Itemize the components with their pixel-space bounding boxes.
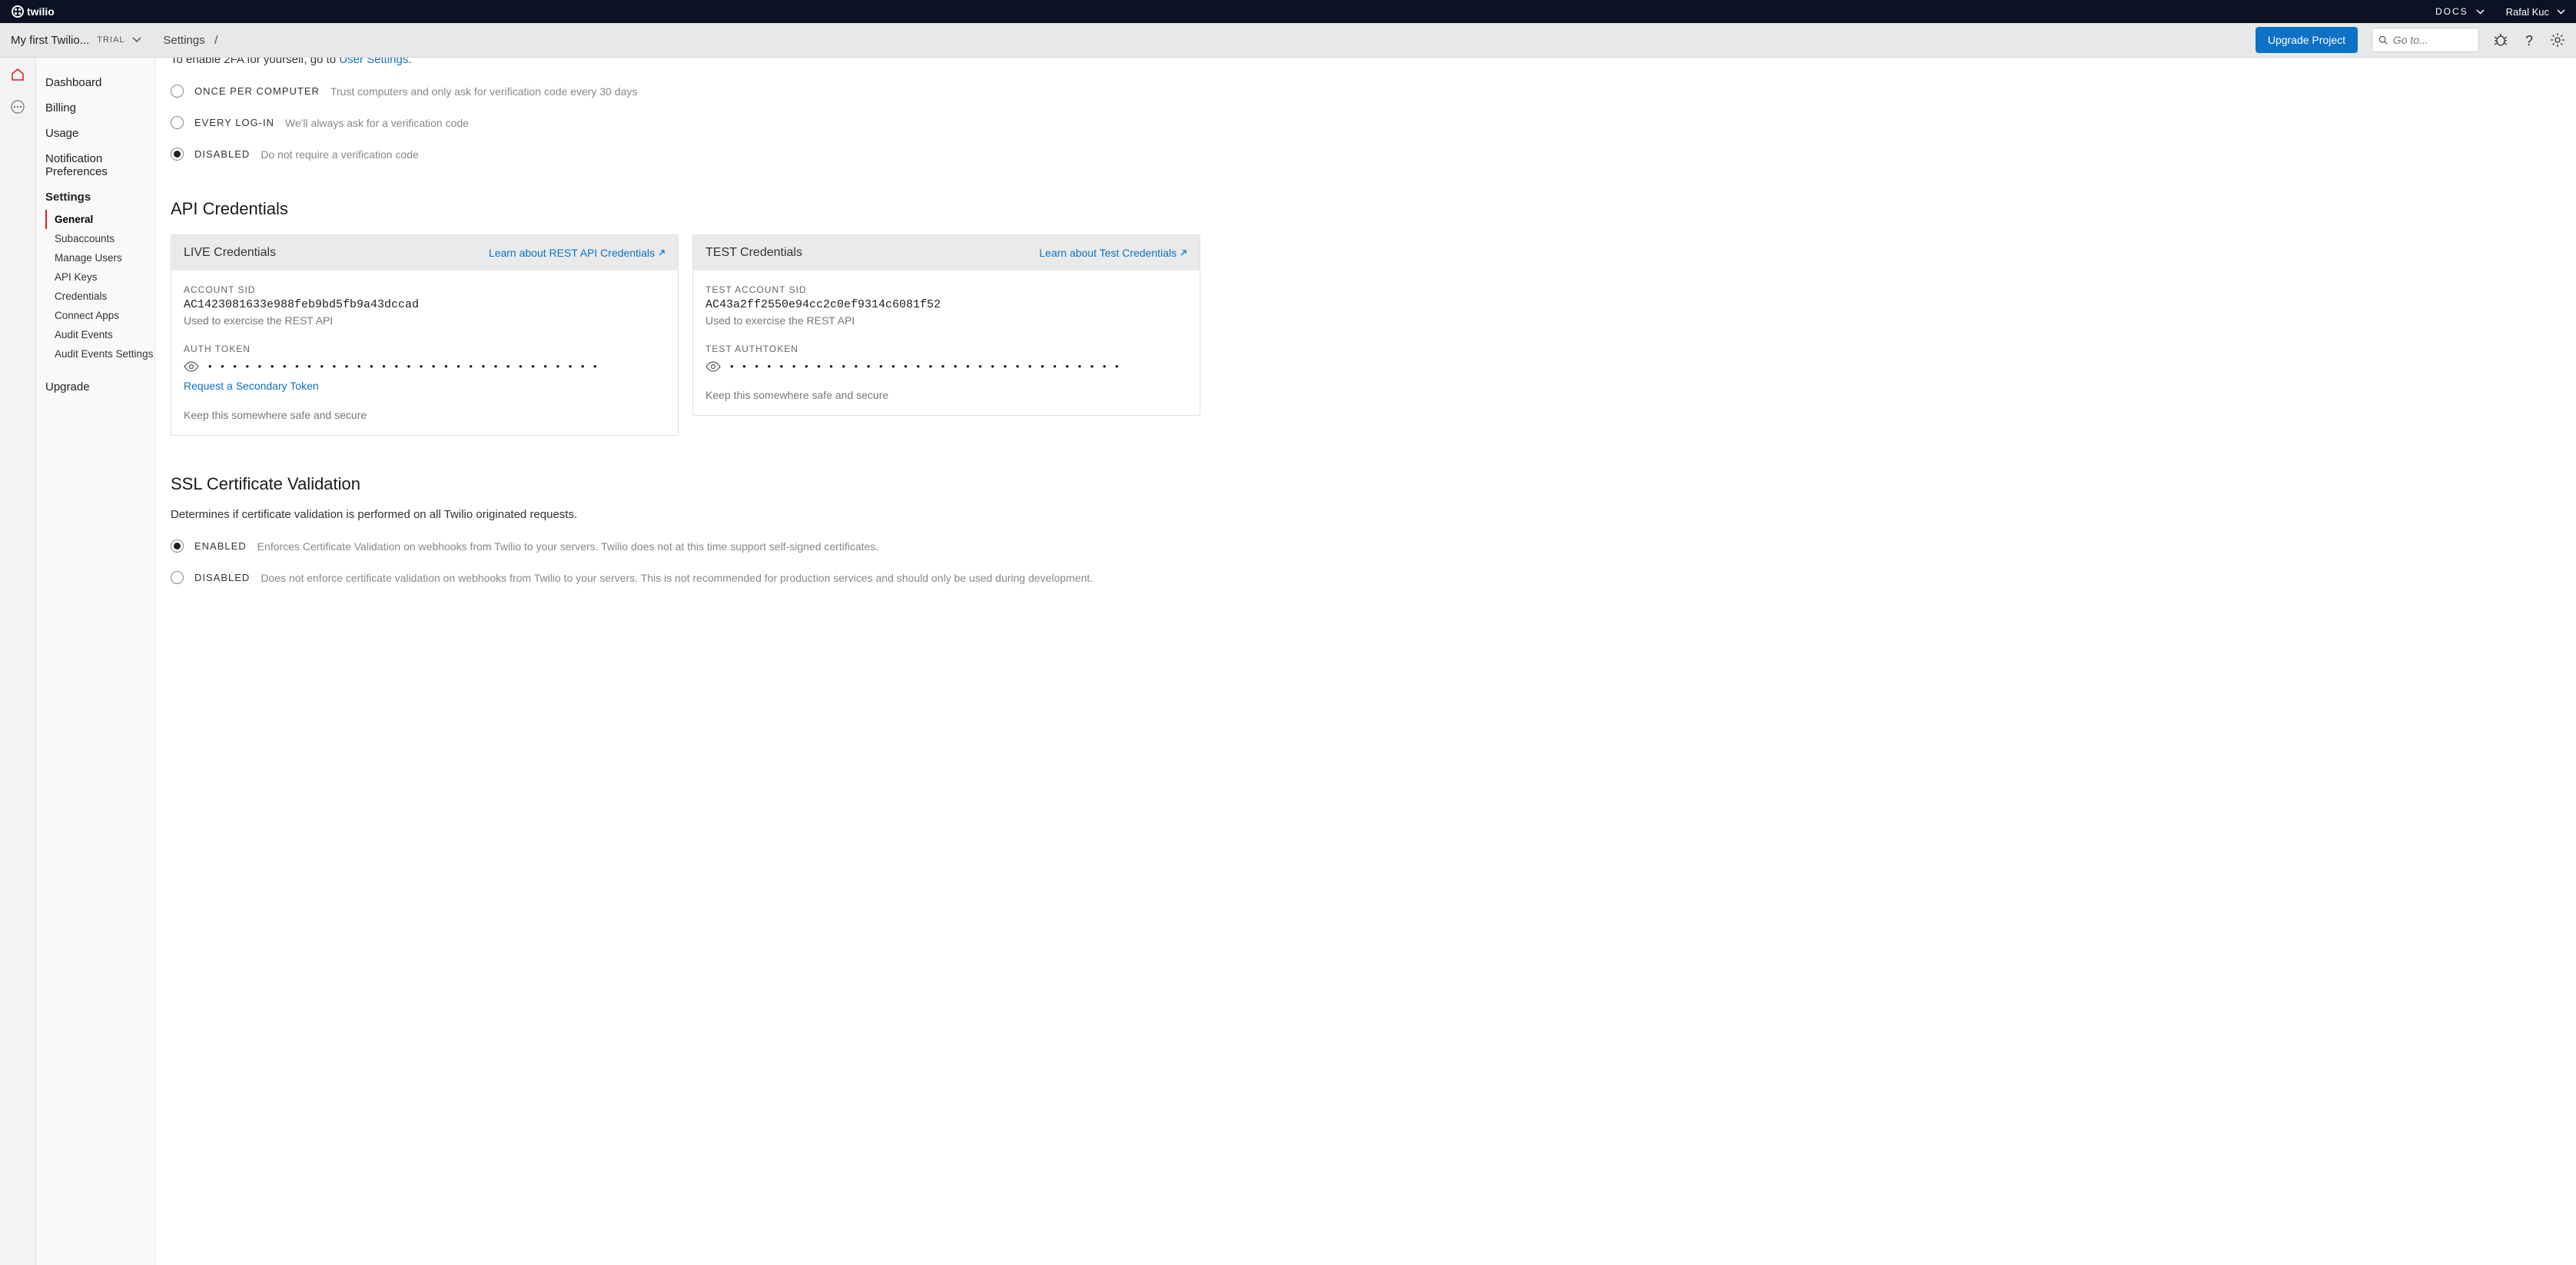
test-sid-value[interactable]: AC43a2ff2550e94cc2c0ef9314c6081f52 [705, 298, 1187, 311]
radio-icon[interactable] [171, 116, 184, 129]
sidebar-item-dashboard[interactable]: Dashboard [45, 70, 154, 95]
debug-icon[interactable] [2493, 32, 2508, 48]
svg-text:twilio: twilio [27, 5, 55, 18]
breadcrumb-root[interactable]: Settings [163, 34, 204, 47]
external-link-icon [1180, 249, 1187, 257]
live-safe-note: Keep this somewhere safe and secure [184, 409, 666, 421]
subnav-audit-events[interactable]: Audit Events [45, 325, 154, 344]
live-sid-label: ACCOUNT SID [184, 284, 666, 295]
test-token-label: TEST AUTHTOKEN [705, 344, 1187, 354]
secondary-token-link[interactable]: Request a Secondary Token [184, 380, 319, 392]
chevron-down-icon[interactable] [132, 37, 141, 43]
user-name: Rafal Kuc [2506, 6, 2549, 18]
gear-icon[interactable] [2550, 32, 2565, 48]
radio-icon[interactable] [171, 571, 184, 584]
radio-label: EVERY LOG-IN [194, 117, 274, 128]
radio-desc: We'll always ask for a verification code [285, 117, 469, 129]
live-sid-help: Used to exercise the REST API [184, 314, 666, 327]
project-name: My first Twilio... [11, 34, 89, 47]
live-credentials-card: LIVE Credentials Learn about REST API Cr… [171, 234, 679, 436]
learn-rest-link[interactable]: Learn about REST API Credentials [489, 247, 666, 259]
help-icon[interactable]: ? [2522, 33, 2536, 47]
upgrade-project-button[interactable]: Upgrade Project [2256, 27, 2358, 53]
subnav-subaccounts[interactable]: Subaccounts [45, 229, 154, 248]
sidebar-item-settings[interactable]: Settings [45, 184, 154, 210]
live-token-masked: • • • • • • • • • • • • • • • • • • • • … [208, 360, 600, 372]
subnav-credentials[interactable]: Credentials [45, 287, 154, 306]
search-icon [2378, 35, 2388, 46]
twofa-option-once[interactable]: ONCE PER COMPUTER Trust computers and on… [171, 85, 1200, 98]
subnav-general[interactable]: General [45, 210, 154, 229]
subnav-manage-users[interactable]: Manage Users [45, 248, 154, 267]
test-sid-help: Used to exercise the REST API [705, 314, 1187, 327]
home-icon[interactable] [10, 67, 25, 82]
settings-subnav: General Subaccounts Manage Users API Key… [45, 210, 154, 364]
user-menu[interactable]: Rafal Kuc [2506, 6, 2565, 18]
test-safe-note: Keep this somewhere safe and secure [705, 389, 1187, 401]
more-icon[interactable] [10, 99, 25, 115]
twofa-option-every[interactable]: EVERY LOG-IN We'll always ask for a veri… [171, 116, 1200, 129]
test-token-masked: • • • • • • • • • • • • • • • • • • • • … [730, 360, 1122, 372]
radio-icon[interactable] [171, 85, 184, 98]
external-link-icon [658, 249, 666, 257]
sidebar-item-usage[interactable]: Usage [45, 121, 154, 146]
sidebar-item-billing[interactable]: Billing [45, 95, 154, 121]
eye-icon[interactable] [184, 361, 199, 372]
radio-label: DISABLED [194, 148, 250, 160]
ssl-desc: Determines if certificate validation is … [171, 508, 1200, 521]
left-rail [0, 58, 36, 1265]
radio-desc: Trust computers and only ask for verific… [330, 85, 637, 98]
radio-desc: Does not enforce certificate validation … [261, 572, 1093, 584]
eye-icon[interactable] [705, 361, 721, 372]
radio-desc: Do not require a verification code [261, 148, 418, 161]
api-credentials-title: API Credentials [171, 199, 1200, 219]
trial-badge: TRIAL [97, 35, 124, 45]
radio-desc: Enforces Certificate Validation on webho… [257, 540, 878, 553]
docs-label: DOCS [2435, 6, 2468, 17]
radio-label: ONCE PER COMPUTER [194, 85, 320, 97]
docs-link[interactable]: DOCS [2435, 6, 2485, 17]
live-sid-value[interactable]: AC1423081633e988feb9bd5fb9a43dccad [184, 298, 666, 311]
sidebar-item-notifications[interactable]: Notification Preferences [45, 146, 154, 184]
radio-label: ENABLED [194, 540, 247, 552]
main-content: To enable 2FA for yourself, go to User S… [155, 58, 2576, 1265]
subnav-api-keys[interactable]: API Keys [45, 267, 154, 287]
test-sid-label: TEST ACCOUNT SID [705, 284, 1187, 295]
radio-label: DISABLED [194, 572, 250, 583]
radio-icon[interactable] [171, 148, 184, 161]
ssl-title: SSL Certificate Validation [171, 474, 1200, 494]
user-settings-link[interactable]: User Settings [339, 58, 408, 66]
chevron-down-icon [2476, 9, 2485, 15]
search-box[interactable] [2372, 28, 2479, 52]
search-input[interactable] [2393, 34, 2472, 46]
radio-icon[interactable] [171, 540, 184, 553]
twofa-option-disabled[interactable]: DISABLED Do not require a verification c… [171, 148, 1200, 161]
sidebar-item-upgrade[interactable]: Upgrade [45, 374, 154, 400]
subnav-audit-settings[interactable]: Audit Events Settings [45, 344, 154, 364]
svg-text:?: ? [2525, 33, 2533, 47]
breadcrumb: Settings / [163, 34, 217, 47]
test-card-title: TEST Credentials [705, 246, 802, 260]
test-credentials-card: TEST Credentials Learn about Test Creden… [692, 234, 1200, 416]
learn-test-link[interactable]: Learn about Test Credentials [1039, 247, 1187, 259]
live-token-label: AUTH TOKEN [184, 344, 666, 354]
ssl-option-disabled[interactable]: DISABLED Does not enforce certificate va… [171, 571, 1200, 584]
live-card-title: LIVE Credentials [184, 246, 276, 260]
ssl-option-enabled[interactable]: ENABLED Enforces Certificate Validation … [171, 540, 1200, 553]
subbar: My first Twilio... TRIAL Settings / Upgr… [0, 23, 2576, 58]
sidebar: Dashboard Billing Usage Notification Pre… [36, 58, 155, 1265]
topbar: twilio DOCS Rafal Kuc [0, 0, 2576, 23]
chevron-down-icon [2557, 9, 2565, 15]
subnav-connect-apps[interactable]: Connect Apps [45, 306, 154, 325]
breadcrumb-sep: / [214, 34, 217, 47]
twilio-logo[interactable]: twilio [11, 5, 66, 18]
twofa-hint: To enable 2FA for yourself, go to User S… [171, 58, 1200, 66]
